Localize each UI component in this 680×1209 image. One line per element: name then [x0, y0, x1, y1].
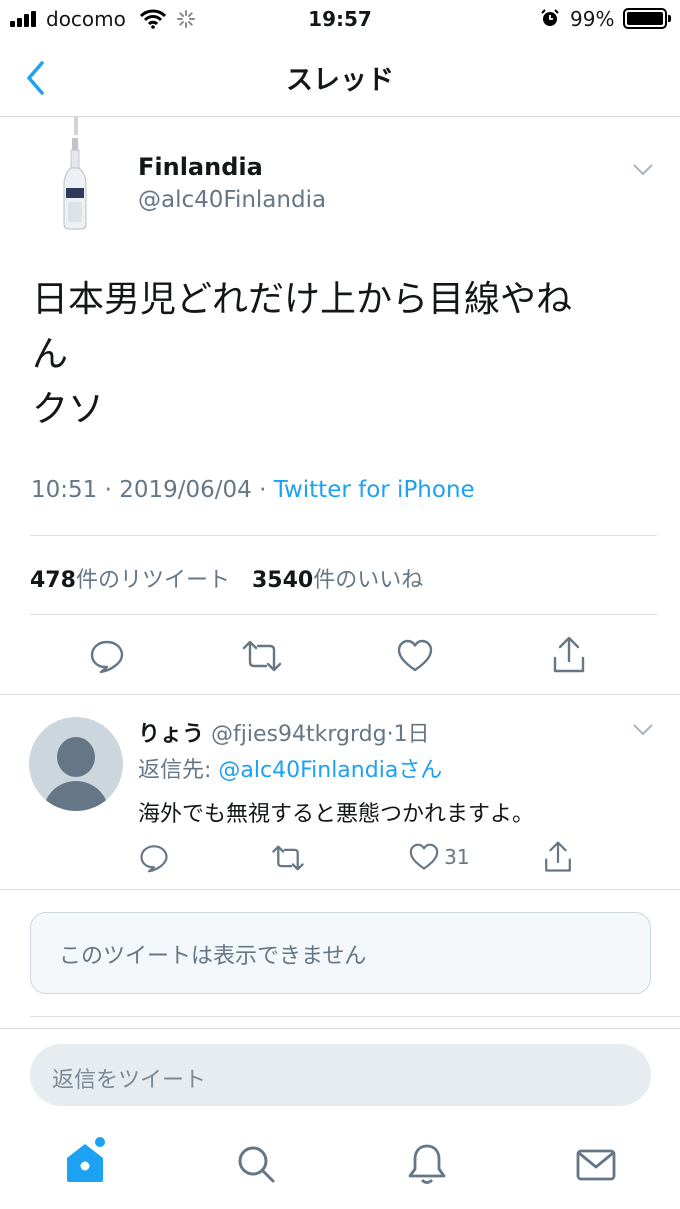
- tweet-text-line: クソ: [32, 389, 105, 430]
- author-handle[interactable]: @alc40Finlandia: [138, 187, 326, 213]
- status-bar: docomo 19:57 99%: [0, 0, 680, 40]
- reply-to-line: 返信先: @alc40Finlandiaさん: [138, 752, 442, 784]
- retweet-count: 478: [30, 568, 76, 593]
- divider: [0, 889, 680, 890]
- avatar[interactable]: [60, 138, 90, 230]
- chevron-down-icon[interactable]: [632, 163, 654, 177]
- battery-percent: 99%: [570, 7, 615, 31]
- reply-to-suffix: さん: [398, 758, 443, 783]
- divider: [30, 1016, 680, 1017]
- reply-icon[interactable]: [139, 843, 169, 873]
- tweet-text-line: ん: [32, 334, 69, 375]
- like-icon: [409, 843, 439, 870]
- like-label: 件のいいね: [313, 568, 424, 593]
- tweet-text: 日本男児どれだけ上から目線やね ん クソ: [32, 272, 652, 437]
- tweet-timestamp: 10:51 · 2019/06/04 ·: [31, 477, 274, 503]
- tweet-meta: 10:51 · 2019/06/04 · Twitter for iPhone: [31, 477, 475, 503]
- reply-to-label: 返信先:: [138, 758, 219, 783]
- reply-icon[interactable]: [89, 638, 125, 674]
- home-icon[interactable]: [64, 1136, 108, 1184]
- reply-separator: ·: [386, 722, 394, 747]
- compose-placeholder: 返信をツイート: [52, 1068, 207, 1093]
- reply-like-count: 31: [444, 845, 470, 869]
- reply-time: 1日: [393, 722, 430, 747]
- tweet-source-link[interactable]: Twitter for iPhone: [274, 477, 475, 503]
- retweet-icon[interactable]: [271, 845, 305, 871]
- reply-to-link[interactable]: @alc40Finlandiaさん: [218, 758, 442, 783]
- reply-text: 海外でも無視すると悪態つかれますよ。: [138, 802, 535, 827]
- chevron-down-icon[interactable]: [632, 723, 654, 737]
- author-name[interactable]: Finlandia: [138, 153, 263, 181]
- reply-author-name[interactable]: りょう: [138, 722, 204, 747]
- messages-icon[interactable]: [576, 1148, 616, 1182]
- divider: [30, 614, 657, 615]
- search-icon[interactable]: [236, 1144, 276, 1184]
- retweet-icon[interactable]: [241, 640, 283, 672]
- unavailable-text: このツイートは表示できません: [59, 944, 367, 969]
- reply-to-handle: @alc40Finlandia: [218, 758, 399, 783]
- reply-compose-input[interactable]: 返信をツイート: [30, 1044, 651, 1106]
- reply-like-button[interactable]: 31: [409, 843, 470, 871]
- thread-line: [74, 117, 78, 135]
- like-count: 3540: [251, 568, 314, 593]
- alarm-icon: [541, 9, 559, 26]
- retweets-stat[interactable]: 478件のリツイート: [30, 568, 230, 593]
- reply-header: りょう @fjies94tkrgrdg·1日: [138, 716, 430, 748]
- engagement-stats: 478件のリツイート 3540件のいいね: [30, 562, 423, 594]
- navigation-bar: スレッド: [0, 40, 680, 117]
- divider: [30, 535, 657, 536]
- share-icon[interactable]: [552, 636, 586, 674]
- unavailable-tweet-card: このツイートは表示できません: [30, 912, 651, 994]
- page-title: スレッド: [286, 65, 394, 96]
- like-icon[interactable]: [397, 639, 433, 673]
- share-icon[interactable]: [543, 841, 573, 873]
- divider: [0, 1028, 680, 1029]
- reply-author-handle[interactable]: @fjies94tkrgrdg: [211, 722, 387, 747]
- notifications-icon[interactable]: [407, 1142, 447, 1186]
- likes-stat[interactable]: 3540件のいいね: [252, 568, 423, 593]
- retweet-label: 件のリツイート: [75, 568, 230, 593]
- tweet-text-line: 日本男児どれだけ上から目線やね: [32, 279, 573, 320]
- default-avatar[interactable]: [29, 717, 123, 811]
- battery-icon: [623, 8, 671, 29]
- divider: [0, 694, 680, 695]
